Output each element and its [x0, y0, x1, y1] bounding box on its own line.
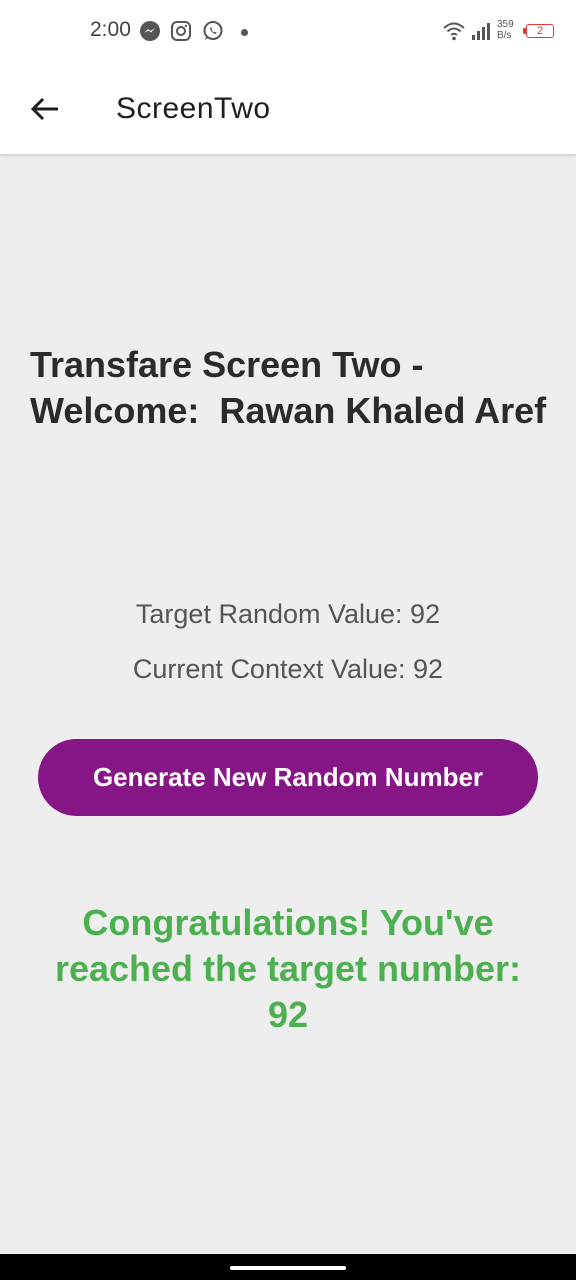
notification-dot — [241, 29, 248, 36]
app-bar: ScreenTwo — [0, 64, 576, 154]
congrats-line-2: reached the target number: — [54, 948, 522, 989]
congrats-message: Congratulations! You've reached the targ… — [40, 900, 536, 1038]
messenger-icon — [140, 21, 160, 41]
target-value-text: Target Random Value: 92 — [135, 599, 441, 629]
whatsapp-icon — [203, 21, 223, 40]
congrats-line-1: Congratulations! You've — [82, 902, 494, 943]
congrats-line-3: 92 — [267, 994, 309, 1035]
network-speed-unit: B/s — [497, 30, 512, 41]
arrow-left-icon — [30, 97, 58, 121]
instagram-icon — [171, 21, 191, 41]
signal-icon — [472, 23, 490, 40]
home-gesture-handle[interactable] — [230, 1266, 346, 1270]
network-speed-value: 359 — [497, 19, 514, 30]
current-value-text: Current Context Value: 92 — [132, 654, 444, 684]
wifi-icon — [443, 22, 465, 41]
generate-number-button[interactable]: Generate New Random Number — [38, 739, 538, 816]
network-speed: 359 B/s — [497, 19, 523, 41]
page-title: ScreenTwo — [116, 92, 271, 125]
welcome-line-1: Transfare Screen Two - — [30, 344, 424, 385]
status-time: 2:00 — [90, 18, 131, 41]
welcome-line-2: Welcome: Rawan Khaled Aref — [30, 390, 547, 431]
status-bar: 2:00 359 B/s 2 — [0, 0, 576, 64]
welcome-heading: Transfare Screen Two - Welcome: Rawan Kh… — [30, 342, 560, 434]
back-button[interactable] — [22, 86, 68, 132]
system-nav-bar — [0, 1254, 576, 1280]
battery-level: 2 — [536, 25, 544, 37]
